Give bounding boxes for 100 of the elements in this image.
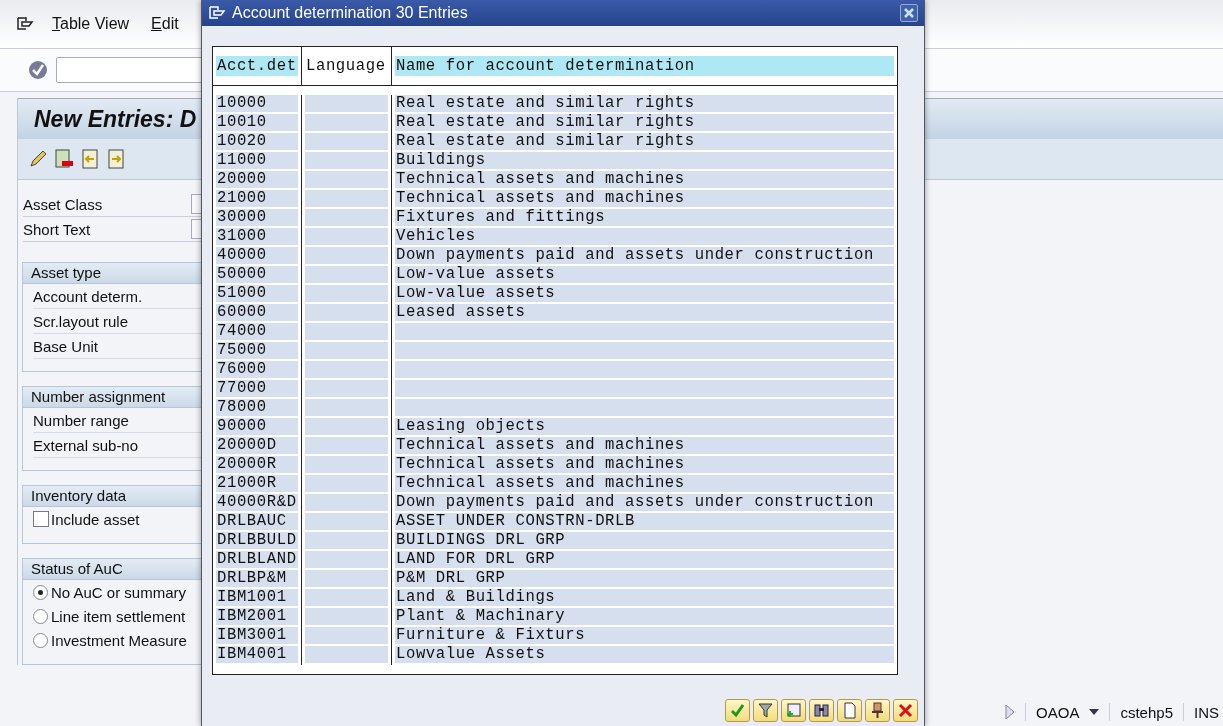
table-cell: Technical assets and machines	[395, 190, 894, 207]
table-cell: 10020	[216, 133, 298, 150]
radio-label: Investment Measure	[51, 631, 187, 649]
field-label: Scr.layout rule	[33, 312, 129, 330]
field-label: Number range	[33, 411, 129, 429]
table-cell: 60000	[216, 304, 298, 321]
table-cell: 77000	[216, 380, 298, 397]
table-cell: Vehicles	[395, 228, 894, 245]
server-name: cstehp5	[1120, 703, 1173, 721]
table-cell: IBM4001	[216, 646, 298, 663]
field-label: Short Text	[23, 220, 92, 238]
checkbox-label: Include asset	[51, 510, 140, 528]
pin-button[interactable]	[865, 699, 890, 722]
search-icon	[813, 702, 830, 719]
table-cell: Real estate and similar rights	[395, 114, 894, 131]
table-cell: Technical assets and machines	[395, 475, 894, 492]
next-icon[interactable]	[106, 149, 126, 169]
table-cell: 10010	[216, 114, 298, 131]
table-cell: 78000	[216, 399, 298, 416]
table-cell: Lowvalue Assets	[395, 646, 894, 663]
menu-item[interactable]: Edit	[151, 15, 179, 33]
previous-icon[interactable]	[80, 149, 100, 169]
table-cell: 20000R	[216, 456, 298, 473]
table-cell: DRLBP&M	[216, 570, 298, 587]
table-cell: Down payments paid and assets under construction	[395, 247, 894, 264]
table-cell: Land & Buildings	[395, 589, 894, 606]
column-header[interactable]: Name for account determination	[395, 56, 894, 76]
ok-icon	[729, 702, 746, 719]
table-cell: Down payments paid and assets under construction	[395, 494, 894, 511]
table-cell: Low-value assets	[395, 285, 894, 302]
radio-button[interactable]	[33, 608, 48, 624]
table-cell: 51000	[216, 285, 298, 302]
table-cell: 31000	[216, 228, 298, 245]
table-cell: 75000	[216, 342, 298, 359]
insert-row-icon	[785, 702, 802, 719]
enter-icon[interactable]	[28, 60, 48, 80]
transaction-code: OAOA	[1036, 703, 1080, 721]
delete-row-icon[interactable]	[54, 149, 74, 169]
close-icon	[903, 7, 915, 19]
table-cell: Low-value assets	[395, 266, 894, 283]
filter-icon	[757, 702, 774, 719]
table-cell: 74000	[216, 323, 298, 340]
field-label: External sub-no	[33, 436, 139, 454]
table-cell: Real estate and similar rights	[395, 133, 894, 150]
ok-button[interactable]	[725, 699, 750, 722]
cancel-button[interactable]	[893, 699, 918, 722]
table-cell: Real estate and similar rights	[395, 95, 894, 112]
table-cell: Furniture & Fixturs	[395, 627, 894, 644]
table-cell: 11000	[216, 152, 298, 169]
table-cell: 21000R	[216, 475, 298, 492]
table-cell: 30000	[216, 209, 298, 226]
table-cell: IBM1001	[216, 589, 298, 606]
table-cell: Technical assets and machines	[395, 437, 894, 454]
table-cell: 40000R&D	[216, 494, 298, 511]
field-label: Base Unit	[33, 337, 99, 355]
table-cell: Plant & Machinary	[395, 608, 894, 625]
filter-button[interactable]	[753, 699, 778, 722]
menu-icon[interactable]	[16, 16, 34, 32]
table-cell: DRLBAUC	[216, 513, 298, 530]
table-cell: 76000	[216, 361, 298, 378]
table-cell: Leasing objects	[395, 418, 894, 435]
checkbox[interactable]	[33, 511, 49, 527]
table-cell: Leased assets	[395, 304, 894, 321]
table-cell: ASSET UNDER CONSTRN-DRLB	[395, 513, 894, 530]
expand-icon[interactable]	[1005, 704, 1016, 720]
radio-label: Line item settlement	[51, 607, 186, 625]
table-cell: DRLBLAND	[216, 551, 298, 568]
column-header[interactable]: Language	[305, 56, 388, 76]
radio-button[interactable]	[33, 584, 48, 600]
table-cell: LAND FOR DRL GRP	[395, 551, 894, 568]
cancel-icon	[897, 702, 914, 719]
table-cell: Fixtures and fittings	[395, 209, 894, 226]
table-cell: IBM3001	[216, 627, 298, 644]
field-label: Asset Class	[23, 195, 104, 213]
screen-title: New Entries: D	[34, 105, 197, 133]
table-cell: 10000	[216, 95, 298, 112]
table-cell: BUILDINGS DRL GRP	[395, 532, 894, 549]
field-label: Account determ.	[33, 287, 143, 305]
table-cell: DRLBBULD	[216, 532, 298, 549]
table-cell: Buildings	[395, 152, 894, 169]
table-cell: 40000	[216, 247, 298, 264]
dialog-title: Account determination 30 Entries	[232, 4, 469, 22]
table-cell: 90000	[216, 418, 298, 435]
menu-item[interactable]: Table View	[52, 15, 130, 33]
table-cell: 50000	[216, 266, 298, 283]
radio-button[interactable]	[33, 632, 48, 648]
new-document-icon	[841, 702, 858, 719]
table-cell: Technical assets and machines	[395, 456, 894, 473]
dropdown-icon[interactable]	[1089, 709, 1100, 715]
radio-label: No AuC or summary	[51, 583, 187, 601]
pencil-icon[interactable]	[28, 149, 48, 169]
table-cell: Technical assets and machines	[395, 171, 894, 188]
input-mode: INS	[1194, 703, 1219, 721]
close-button[interactable]	[900, 4, 918, 22]
search-button[interactable]	[809, 699, 834, 722]
table-cell: P&M DRL GRP	[395, 570, 894, 587]
pin-icon	[869, 702, 886, 719]
table-cell: 20000D	[216, 437, 298, 454]
column-header[interactable]: Acct.det	[216, 56, 298, 76]
table-cell: IBM2001	[216, 608, 298, 625]
